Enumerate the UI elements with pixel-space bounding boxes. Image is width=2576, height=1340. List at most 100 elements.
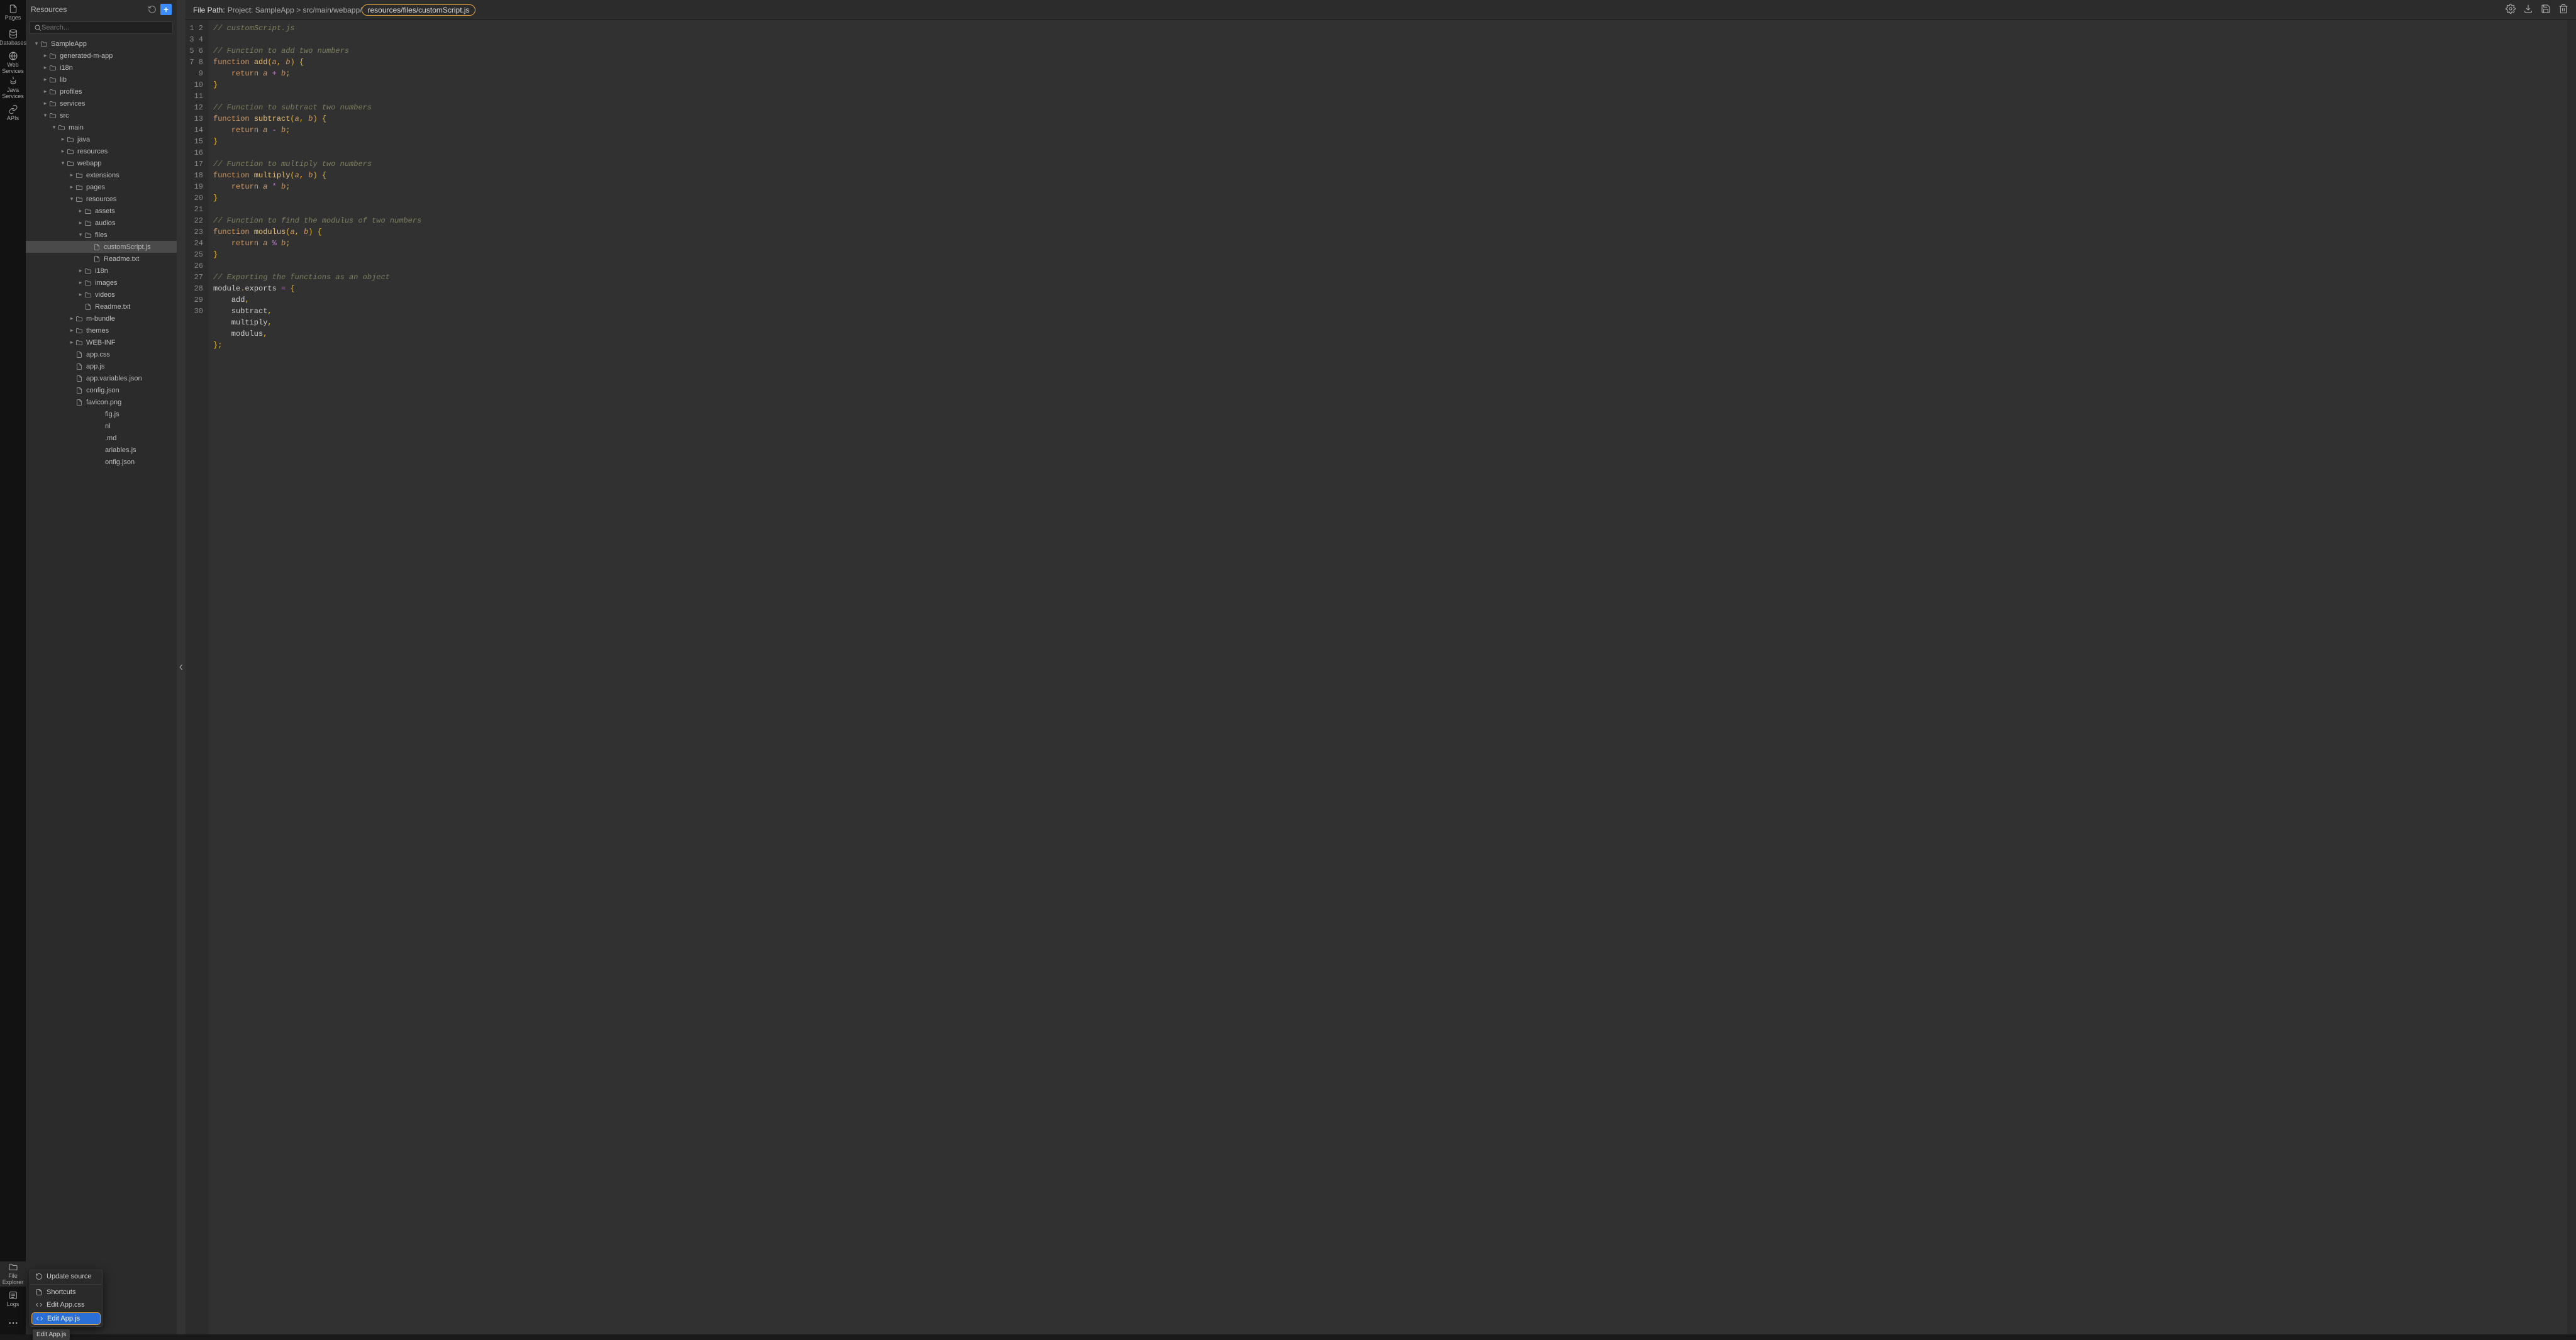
tree-label: main (69, 124, 84, 131)
tree-item[interactable]: onfig.json (26, 456, 177, 468)
tree-label: assets (95, 208, 115, 215)
tree-label: i18n (95, 267, 108, 275)
rail-logs[interactable]: Logs (0, 1287, 26, 1312)
tree-file[interactable]: Readme.txt (26, 301, 177, 313)
tree-file[interactable]: app.js (26, 360, 177, 372)
rail-databases[interactable]: Databases (0, 25, 26, 50)
folder-icon (66, 160, 75, 167)
file-tree: ▾SampleApp▸generated-m-app▸i18n▸lib▸prof… (26, 36, 177, 1334)
folder-icon (84, 279, 92, 287)
explorer-panel: Resources + ▾SampleApp▸generated-m-app▸i… (26, 0, 177, 1334)
folder-icon (75, 196, 84, 203)
file-icon (92, 255, 101, 263)
tree-folder[interactable]: ▸i18n (26, 265, 177, 277)
more-menu-button[interactable] (0, 1312, 26, 1334)
tree-file[interactable]: Readme.txt (26, 253, 177, 265)
tree-file[interactable]: app.variables.json (26, 372, 177, 384)
tree-label: webapp (77, 160, 102, 167)
rail-java-services[interactable]: JavaServices (0, 75, 26, 101)
menu-item-label: Edit App.css (47, 1301, 85, 1309)
tree-item[interactable]: .md (26, 432, 177, 444)
menu-item[interactable]: Edit App.css (30, 1298, 102, 1311)
folder-icon (48, 52, 57, 60)
tree-folder[interactable]: ▸extensions (26, 169, 177, 181)
menu-item[interactable]: Shortcuts (30, 1286, 102, 1298)
tree-item[interactable]: nl (26, 420, 177, 432)
folder-icon (75, 339, 84, 346)
tree-label: generated-m-app (60, 52, 113, 60)
code-editor[interactable]: // customScript.js // Function to add tw… (208, 20, 2567, 1334)
folder-icon (84, 267, 92, 275)
tooltip: Edit App.js (33, 1329, 70, 1340)
tree-label: services (60, 100, 85, 108)
tree-label: themes (86, 327, 109, 335)
tree-folder[interactable]: ▸resources (26, 145, 177, 157)
tree-folder[interactable]: ▸videos (26, 289, 177, 301)
menu-item-label: Edit App.js (47, 1315, 80, 1322)
tree-folder[interactable]: ▾src (26, 109, 177, 121)
path-highlighted: resources/files/customScript.js (362, 4, 475, 16)
menu-item-label: Shortcuts (47, 1288, 75, 1296)
folder-icon (75, 184, 84, 191)
menu-item[interactable]: Update source (30, 1270, 102, 1283)
folder-icon (66, 136, 75, 143)
rail-pages[interactable]: Pages (0, 0, 26, 25)
tree-item[interactable]: fig.js (26, 408, 177, 420)
folder-icon (40, 40, 48, 48)
delete-icon[interactable] (2558, 4, 2568, 16)
search-input[interactable] (42, 24, 169, 31)
tree-folder[interactable]: ▸generated-m-app (26, 50, 177, 62)
folder-icon (75, 172, 84, 179)
search-box[interactable] (30, 21, 173, 34)
tree-folder[interactable]: ▸assets (26, 205, 177, 217)
add-resource-button[interactable]: + (160, 4, 172, 15)
menu-item[interactable]: Edit App.js (31, 1312, 101, 1325)
folder-icon (66, 148, 75, 155)
tree-label: lib (60, 76, 67, 84)
tree-folder[interactable]: ▾SampleApp (26, 38, 177, 50)
collapse-explorer-button[interactable] (177, 0, 186, 1334)
breadcrumb: File Path: Project: SampleApp > src/main… (186, 0, 2576, 20)
tree-folder[interactable]: ▸audios (26, 217, 177, 229)
tree-folder[interactable]: ▸profiles (26, 86, 177, 97)
folder-icon (84, 291, 92, 299)
menu-separator (30, 1284, 102, 1285)
settings-icon[interactable] (2506, 4, 2516, 16)
tree-folder[interactable]: ▾resources (26, 193, 177, 205)
folder-icon (84, 231, 92, 239)
tree-folder[interactable]: ▸services (26, 97, 177, 109)
rail-apis[interactable]: APIs (0, 101, 26, 126)
tree-folder[interactable]: ▸java (26, 133, 177, 145)
folder-icon (48, 76, 57, 84)
tree-folder[interactable]: ▾main (26, 121, 177, 133)
tree-folder[interactable]: ▸pages (26, 181, 177, 193)
tree-folder[interactable]: ▸i18n (26, 62, 177, 74)
tree-folder[interactable]: ▸m-bundle (26, 313, 177, 324)
save-icon[interactable] (2541, 4, 2551, 16)
explorer-header: Resources + (26, 0, 177, 19)
context-menu: Update source Shortcuts Edit App.css Edit A… (30, 1270, 103, 1327)
tree-folder[interactable]: ▾webapp (26, 157, 177, 169)
menu-item-label: Update source (47, 1273, 92, 1280)
tree-folder[interactable]: ▸images (26, 277, 177, 289)
tree-item[interactable]: ariables.js (26, 444, 177, 456)
folder-icon (75, 327, 84, 335)
tree-folder[interactable]: ▸lib (26, 74, 177, 86)
tree-label: WEB-INF (86, 339, 115, 346)
tree-label: profiles (60, 88, 82, 96)
refresh-button[interactable] (148, 5, 157, 14)
download-icon[interactable] (2523, 4, 2533, 16)
tree-label: app.js (86, 363, 104, 370)
tree-file[interactable]: config.json (26, 384, 177, 396)
tree-folder[interactable]: ▸WEB-INF (26, 336, 177, 348)
tree-file[interactable]: customScript.js (26, 241, 177, 253)
tree-folder[interactable]: ▾files (26, 229, 177, 241)
file-icon (84, 303, 92, 311)
tree-folder[interactable]: ▸themes (26, 324, 177, 336)
tree-label: extensions (86, 172, 119, 179)
rail-web-services[interactable]: WebServices (0, 50, 26, 75)
tree-file[interactable]: favicon.png (26, 396, 177, 408)
tree-file[interactable]: app.css (26, 348, 177, 360)
rail-file-explorer[interactable]: FileExplorer (0, 1261, 26, 1287)
path-prefix: Project: SampleApp > src/main/webapp/ (228, 6, 362, 14)
